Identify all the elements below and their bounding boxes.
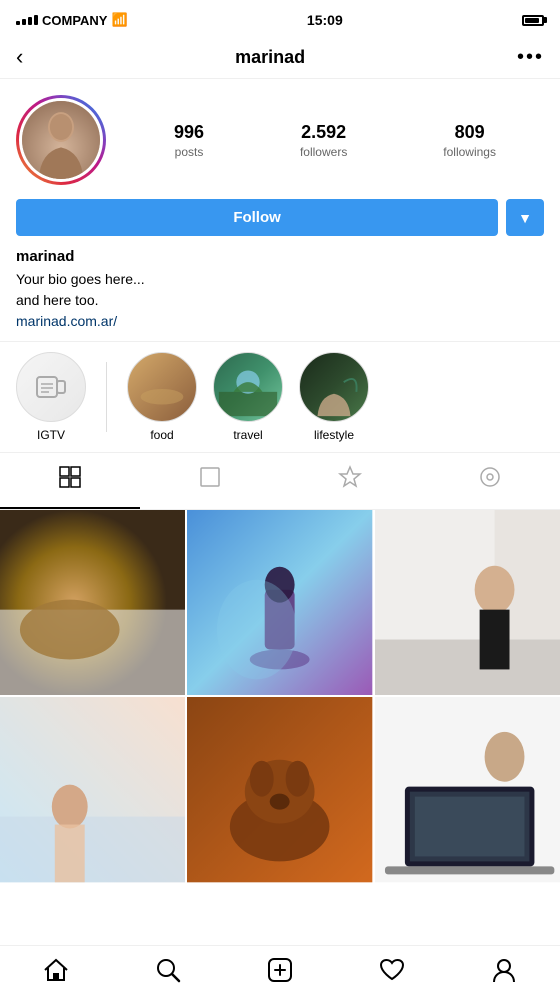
highlight-igtv-circle bbox=[16, 352, 86, 422]
bio-line1: Your bio goes here... bbox=[16, 271, 145, 287]
followers-stat[interactable]: 2.592 followers bbox=[300, 122, 347, 159]
bio-name: marinad bbox=[16, 248, 544, 265]
wifi-icon: 📶 bbox=[111, 12, 127, 28]
following-label: followings bbox=[443, 145, 496, 159]
nav-profile[interactable] bbox=[490, 956, 518, 984]
highlight-travel-circle bbox=[213, 352, 283, 422]
nav-home[interactable] bbox=[42, 956, 70, 984]
following-count: 809 bbox=[455, 122, 485, 143]
status-time: 15:09 bbox=[307, 12, 343, 28]
bio-text: Your bio goes here... and here too. bbox=[16, 269, 544, 311]
profile-bio: marinad Your bio goes here... and here t… bbox=[0, 248, 560, 341]
tab-tagged[interactable] bbox=[140, 453, 280, 509]
highlight-food[interactable]: food bbox=[127, 352, 197, 442]
profile-username-header: marinad bbox=[235, 47, 305, 68]
nav-heart[interactable] bbox=[378, 956, 406, 984]
more-options-button[interactable]: ••• bbox=[517, 46, 544, 69]
photo-grid bbox=[0, 510, 560, 883]
bio-website[interactable]: marinad.com.ar/ bbox=[16, 313, 544, 329]
signal-bars bbox=[16, 15, 38, 25]
grid-tabs bbox=[0, 453, 560, 510]
photo-cell-1[interactable] bbox=[0, 510, 185, 695]
profile-stats: 996 posts 2.592 followers 809 followings bbox=[126, 122, 544, 159]
posts-label: posts bbox=[175, 145, 204, 159]
photo-cell-5[interactable] bbox=[187, 697, 372, 882]
nav-header: ‹ marinad ••• bbox=[0, 36, 560, 79]
saved-icon bbox=[338, 465, 362, 495]
follow-dropdown-button[interactable]: ▼ bbox=[506, 199, 544, 236]
avatar[interactable] bbox=[19, 98, 103, 182]
nav-add[interactable] bbox=[266, 956, 294, 984]
highlight-igtv[interactable]: IGTV bbox=[16, 352, 86, 442]
avatar-ring bbox=[16, 95, 106, 185]
tab-igtv[interactable] bbox=[420, 453, 560, 509]
nav-search[interactable] bbox=[154, 956, 182, 984]
bio-line2: and here too. bbox=[16, 292, 99, 308]
tagged-icon bbox=[198, 465, 222, 495]
highlights-section: IGTV food travel bbox=[0, 341, 560, 453]
photo-cell-6[interactable] bbox=[375, 697, 560, 882]
grid-icon bbox=[58, 465, 82, 495]
status-right bbox=[522, 15, 544, 26]
highlight-igtv-label: IGTV bbox=[37, 428, 65, 442]
highlight-lifestyle-label: lifestyle bbox=[314, 428, 354, 442]
carrier-label: COMPANY bbox=[42, 13, 107, 28]
bottom-nav bbox=[0, 945, 560, 998]
status-left: COMPANY 📶 bbox=[16, 12, 128, 28]
followers-count: 2.592 bbox=[301, 122, 346, 143]
highlight-food-label: food bbox=[150, 428, 173, 442]
tab-saved[interactable] bbox=[280, 453, 420, 509]
profile-section: 996 posts 2.592 followers 809 followings… bbox=[0, 79, 560, 248]
highlight-food-circle bbox=[127, 352, 197, 422]
tab-grid[interactable] bbox=[0, 453, 140, 509]
highlight-travel-label: travel bbox=[233, 428, 262, 442]
follow-button[interactable]: Follow bbox=[16, 199, 498, 236]
follow-area: Follow ▼ bbox=[16, 199, 544, 236]
posts-count: 996 bbox=[174, 122, 204, 143]
highlight-lifestyle[interactable]: lifestyle bbox=[299, 352, 369, 442]
followers-label: followers bbox=[300, 145, 347, 159]
highlight-travel[interactable]: travel bbox=[213, 352, 283, 442]
igtv-tab-icon bbox=[478, 465, 502, 495]
status-bar: COMPANY 📶 15:09 bbox=[0, 0, 560, 36]
back-button[interactable]: ‹ bbox=[16, 44, 23, 70]
highlight-lifestyle-circle bbox=[299, 352, 369, 422]
battery-icon bbox=[522, 15, 544, 26]
photo-cell-3[interactable] bbox=[375, 510, 560, 695]
photo-cell-2[interactable] bbox=[187, 510, 372, 695]
following-stat[interactable]: 809 followings bbox=[443, 122, 496, 159]
photo-cell-4[interactable] bbox=[0, 697, 185, 882]
profile-top: 996 posts 2.592 followers 809 followings bbox=[16, 95, 544, 185]
highlight-divider bbox=[106, 362, 107, 432]
posts-stat[interactable]: 996 posts bbox=[174, 122, 204, 159]
